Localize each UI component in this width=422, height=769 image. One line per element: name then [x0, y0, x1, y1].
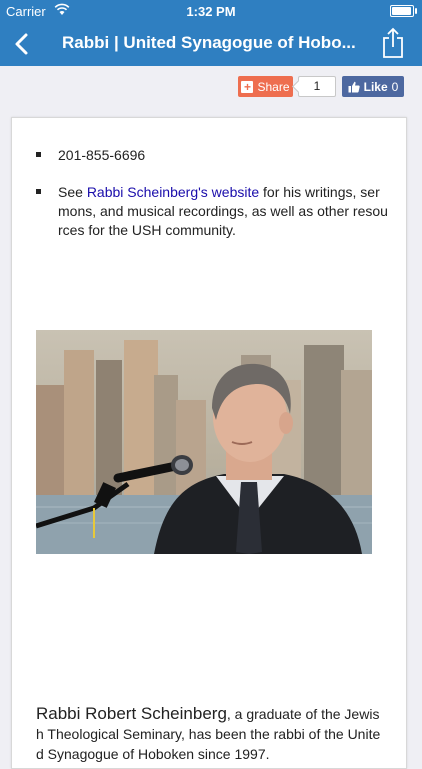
rabbi-name: Rabbi Robert Scheinberg [36, 704, 227, 723]
phone-number[interactable]: 201-855-6696 [58, 147, 145, 163]
share-button[interactable]: + Share [238, 76, 293, 97]
share-count-badge: 1 [298, 76, 336, 97]
bullet-marker [36, 152, 41, 157]
share-box-icon[interactable] [380, 27, 406, 59]
content-card: 201-855-6696 See Rabbi Scheinberg's webs… [11, 117, 407, 769]
social-share-row: + Share 1 Like 0 [0, 66, 422, 108]
list-item-phone: 201-855-6696 [36, 146, 388, 165]
like-count: 0 [391, 79, 399, 94]
page-title: Rabbi | United Synagogue of Hobo... [62, 33, 356, 52]
list-item-website: See Rabbi Scheinberg's website for his w… [36, 183, 388, 240]
facebook-like-button[interactable]: Like 0 [342, 76, 404, 97]
info-list: 201-855-6696 See Rabbi Scheinberg's webs… [36, 146, 388, 258]
rabbi-biography: Rabbi Robert Scheinberg, a graduate of t… [36, 704, 386, 764]
like-button-label: Like [363, 79, 388, 94]
clock: 1:32 PM [186, 4, 236, 19]
plus-icon: + [241, 80, 254, 93]
status-bar: Carrier 1:32 PM [0, 0, 422, 22]
rabbi-portrait-photo [36, 330, 372, 554]
battery-icon [390, 5, 417, 17]
share-button-label: Share [257, 79, 290, 94]
chevron-left-icon[interactable] [6, 28, 38, 60]
thumbs-up-icon [348, 81, 360, 92]
website-prefix: See [58, 184, 87, 200]
bullet-marker [36, 189, 41, 194]
navigation-bar: Rabbi | United Synagogue of Hobo... [0, 22, 422, 66]
website-link[interactable]: Rabbi Scheinberg's website [87, 184, 259, 200]
